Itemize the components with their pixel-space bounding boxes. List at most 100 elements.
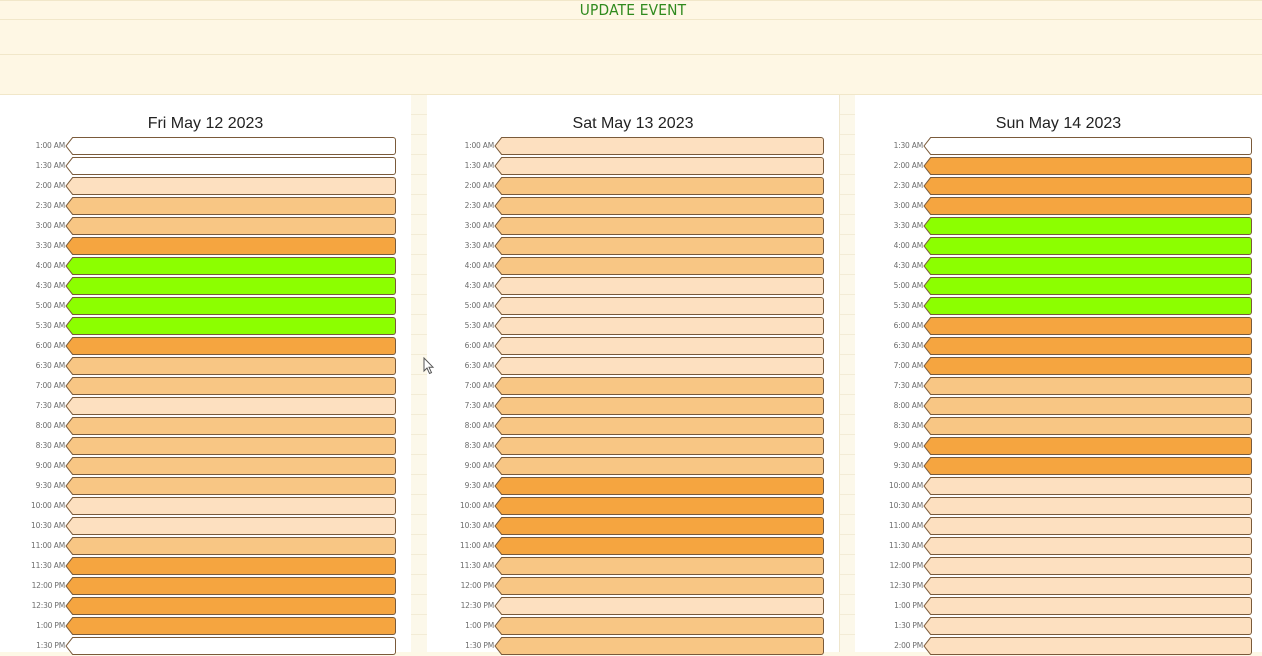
time-slot-row: 5:30 AM <box>855 296 1253 316</box>
availability-slot-strong[interactable] <box>931 337 1252 355</box>
availability-slot-medium[interactable] <box>502 377 824 395</box>
availability-slot-medium[interactable] <box>502 577 824 595</box>
availability-slot-strong[interactable] <box>931 317 1252 335</box>
availability-slot-medium[interactable] <box>502 197 824 215</box>
availability-slot-light[interactable] <box>502 317 824 335</box>
time-slot-row: 4:00 AM <box>427 256 825 276</box>
availability-slot-strong[interactable] <box>73 337 396 355</box>
availability-slot-available[interactable] <box>931 217 1252 235</box>
availability-slot-available[interactable] <box>931 237 1252 255</box>
availability-slot-strong[interactable] <box>931 437 1252 455</box>
availability-slot-light[interactable] <box>931 597 1252 615</box>
availability-slot-light[interactable] <box>931 517 1252 535</box>
availability-slot-strong[interactable] <box>73 557 396 575</box>
update-event-button[interactable]: UPDATE EVENT <box>529 0 737 20</box>
availability-slot-light[interactable] <box>502 357 824 375</box>
availability-slot-empty[interactable] <box>931 137 1252 155</box>
availability-slot-light[interactable] <box>931 577 1252 595</box>
time-slot-row: 7:00 AM <box>855 356 1253 376</box>
availability-slot-medium[interactable] <box>502 177 824 195</box>
time-slot-row: 5:00 AM <box>0 296 397 316</box>
availability-slot-medium[interactable] <box>931 377 1252 395</box>
availability-slot-light[interactable] <box>931 617 1252 635</box>
slot-pointer-icon <box>494 137 502 155</box>
slot-pointer-icon <box>494 197 502 215</box>
availability-slot-light[interactable] <box>502 597 824 615</box>
time-slot-row: 3:00 AM <box>427 216 825 236</box>
availability-slot-strong[interactable] <box>502 517 824 535</box>
time-label: 1:30 PM <box>465 641 494 650</box>
time-label: 10:30 AM <box>460 521 494 530</box>
time-label: 11:00 AM <box>889 521 923 530</box>
availability-slot-strong[interactable] <box>931 197 1252 215</box>
availability-slot-available[interactable] <box>73 297 396 315</box>
availability-slot-medium[interactable] <box>502 237 824 255</box>
availability-slot-empty[interactable] <box>73 137 396 155</box>
slot-pointer-icon <box>923 177 931 195</box>
availability-slot-light[interactable] <box>931 557 1252 575</box>
slot-pointer-icon <box>923 317 931 335</box>
availability-slot-medium[interactable] <box>502 397 824 415</box>
slot-pointer-icon <box>65 297 73 315</box>
availability-slot-medium[interactable] <box>73 197 396 215</box>
availability-slot-light[interactable] <box>931 637 1252 655</box>
availability-slot-strong[interactable] <box>502 477 824 495</box>
availability-slot-available[interactable] <box>73 257 396 275</box>
availability-slot-light[interactable] <box>73 517 396 535</box>
availability-slot-medium[interactable] <box>73 417 396 435</box>
availability-slot-available[interactable] <box>73 277 396 295</box>
availability-slot-light[interactable] <box>73 497 396 515</box>
availability-slot-medium[interactable] <box>502 617 824 635</box>
availability-slot-available[interactable] <box>73 317 396 335</box>
availability-slot-medium[interactable] <box>73 477 396 495</box>
availability-slot-medium[interactable] <box>73 537 396 555</box>
availability-slot-medium[interactable] <box>73 217 396 235</box>
time-label: 10:00 AM <box>889 481 923 490</box>
availability-slot-medium[interactable] <box>73 457 396 475</box>
time-slot-row: 6:00 AM <box>0 336 397 356</box>
availability-slot-medium[interactable] <box>502 217 824 235</box>
availability-slot-medium[interactable] <box>73 377 396 395</box>
availability-slot-medium[interactable] <box>931 397 1252 415</box>
slot-pointer-icon <box>923 637 931 655</box>
slot-pointer-icon <box>65 137 73 155</box>
availability-slot-light[interactable] <box>502 137 824 155</box>
time-label: 11:00 AM <box>31 541 65 550</box>
availability-slot-medium[interactable] <box>931 417 1252 435</box>
availability-slot-light[interactable] <box>931 537 1252 555</box>
availability-slot-light[interactable] <box>931 477 1252 495</box>
availability-slot-light[interactable] <box>502 297 824 315</box>
availability-slot-medium[interactable] <box>502 637 824 655</box>
availability-slot-medium[interactable] <box>502 457 824 475</box>
availability-slot-medium[interactable] <box>502 257 824 275</box>
availability-slot-strong[interactable] <box>931 157 1252 175</box>
availability-slot-strong[interactable] <box>73 237 396 255</box>
availability-slot-empty[interactable] <box>73 637 396 655</box>
availability-slot-strong[interactable] <box>931 457 1252 475</box>
availability-slot-light[interactable] <box>502 277 824 295</box>
availability-slot-strong[interactable] <box>73 597 396 615</box>
availability-slot-empty[interactable] <box>73 157 396 175</box>
availability-slot-medium[interactable] <box>502 417 824 435</box>
availability-slot-light[interactable] <box>502 157 824 175</box>
availability-slot-medium[interactable] <box>502 557 824 575</box>
availability-slot-light[interactable] <box>502 337 824 355</box>
availability-slot-medium[interactable] <box>502 437 824 455</box>
time-slot-row: 10:00 AM <box>0 496 397 516</box>
slot-pointer-icon <box>494 157 502 175</box>
availability-slot-strong[interactable] <box>502 497 824 515</box>
availability-slot-light[interactable] <box>73 177 396 195</box>
availability-slot-medium[interactable] <box>73 357 396 375</box>
availability-slot-medium[interactable] <box>73 437 396 455</box>
availability-slot-strong[interactable] <box>502 537 824 555</box>
availability-slot-strong[interactable] <box>931 177 1252 195</box>
availability-slot-strong[interactable] <box>931 357 1252 375</box>
availability-slot-light[interactable] <box>931 497 1252 515</box>
availability-slot-available[interactable] <box>931 257 1252 275</box>
availability-slot-light[interactable] <box>73 397 396 415</box>
availability-slot-strong[interactable] <box>73 617 396 635</box>
time-label: 6:30 AM <box>464 361 495 370</box>
availability-slot-available[interactable] <box>931 297 1252 315</box>
availability-slot-strong[interactable] <box>73 577 396 595</box>
availability-slot-available[interactable] <box>931 277 1252 295</box>
